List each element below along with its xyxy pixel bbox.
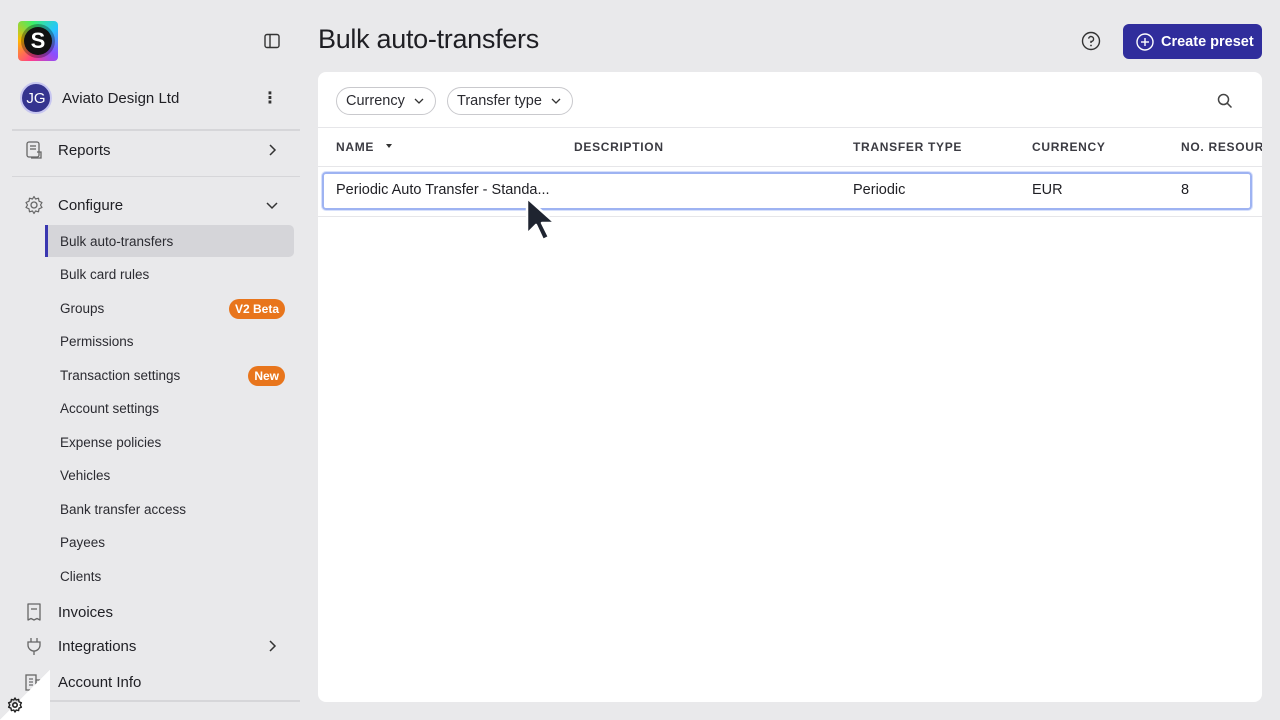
sidebar-item-label: Bulk auto-transfers [60, 233, 174, 249]
sort-desc-icon [386, 144, 393, 148]
transfer-type-filter[interactable]: Transfer type [447, 87, 573, 115]
sidebar-item-configure[interactable]: Configure [24, 189, 286, 221]
sidebar-item-bulk-card-rules[interactable]: Bulk card rules [45, 258, 294, 290]
invoice-icon [27, 603, 41, 621]
app-logo-letter: S [24, 27, 52, 55]
column-header-transfer-type[interactable]: TRANSFER TYPE [853, 140, 962, 154]
sidebar-item-transaction-settings[interactable]: Transaction settings New [45, 359, 294, 391]
sidebar-item-permissions[interactable]: Permissions [45, 325, 294, 357]
sidebar-item-label: Invoices [58, 603, 114, 621]
sidebar-item-label: Clients [60, 568, 102, 584]
sidebar-item-reports[interactable]: Reports [24, 134, 286, 166]
sidebar-item-vehicles[interactable]: Vehicles [45, 459, 294, 491]
chevron-down-icon [266, 202, 278, 210]
toolbar-divider [318, 127, 1262, 128]
sidebar-item-label: Expense policies [60, 434, 162, 450]
transfer-type-filter-label: Transfer type [457, 93, 542, 109]
org-name: Aviato Design Ltd [62, 89, 180, 107]
column-header-resources[interactable]: NO. RESOURCES [1181, 140, 1262, 154]
currency-filter-label: Currency [346, 93, 405, 109]
create-preset-button[interactable]: Create preset [1123, 24, 1262, 59]
help-icon[interactable] [1081, 31, 1101, 51]
beta-badge: V2 Beta [228, 299, 285, 319]
sidebar-item-bulk-auto-transfers[interactable]: Bulk auto-transfers [45, 225, 294, 257]
chevron-down-icon [551, 98, 561, 104]
sidebar-item-label: Groups [60, 300, 105, 316]
transfers-card: Currency Transfer type NAME DESCRIPTION … [318, 72, 1262, 702]
column-header-currency[interactable]: CURRENCY [1032, 140, 1106, 154]
sidebar-divider [12, 176, 300, 177]
org-switcher[interactable]: JG Aviato Design Ltd ⋮ [20, 82, 290, 114]
sidebar-item-account-info[interactable]: Account Info [24, 666, 286, 698]
sidebar-item-invoices[interactable]: Invoices [24, 596, 286, 628]
sidebar-item-label: Integrations [58, 637, 137, 655]
sidebar-divider [12, 129, 300, 131]
sidebar-item-label: Reports [58, 141, 111, 159]
sidebar-item-integrations[interactable]: Integrations [24, 630, 286, 662]
sidebar-item-label: Account settings [60, 400, 160, 416]
sidebar-item-label: Configure [58, 196, 124, 214]
app-logo[interactable]: S [18, 21, 58, 61]
sidebar: S JG Aviato Design Ltd ⋮ Reports Configu… [0, 0, 300, 720]
sidebar-item-expense-policies[interactable]: Expense policies [45, 426, 294, 458]
cell-transfer-type: Periodic [853, 182, 906, 198]
cell-name: Periodic Auto Transfer - Standa... [336, 182, 550, 198]
reports-icon [26, 141, 42, 159]
sidebar-item-account-settings[interactable]: Account settings [45, 392, 294, 424]
sidebar-item-label: Vehicles [60, 467, 111, 483]
plus-circle-icon [1136, 32, 1154, 51]
avatar: JG [20, 82, 52, 114]
sidebar-item-label: Permissions [60, 333, 134, 349]
sidebar-divider [12, 700, 300, 702]
new-badge: New [248, 366, 285, 386]
page-title: Bulk auto-transfers [318, 24, 539, 54]
sidebar-item-label: Payees [60, 534, 106, 550]
sidebar-item-label: Account Info [58, 673, 142, 691]
column-header-description[interactable]: DESCRIPTION [574, 140, 664, 154]
chevron-down-icon [414, 98, 424, 104]
search-icon[interactable] [1216, 92, 1234, 110]
sidebar-item-clients[interactable]: Clients [45, 560, 294, 592]
gear-icon [25, 195, 43, 215]
sidebar-collapse-icon[interactable] [263, 32, 281, 50]
currency-filter[interactable]: Currency [336, 87, 436, 115]
sidebar-item-bank-transfer-access[interactable]: Bank transfer access [45, 493, 294, 525]
cell-resources: 8 [1181, 182, 1190, 198]
sidebar-item-label: Bulk card rules [60, 266, 150, 282]
sidebar-item-groups[interactable]: Groups V2 Beta [45, 292, 294, 324]
sidebar-item-label: Transaction settings [60, 367, 181, 383]
sidebar-item-payees[interactable]: Payees [45, 526, 294, 558]
row-divider [318, 216, 1262, 217]
column-header-label: NAME [336, 140, 375, 154]
column-header-name[interactable]: NAME [336, 140, 394, 154]
settings-gear-icon[interactable] [7, 697, 23, 713]
header-divider [318, 166, 1262, 167]
create-preset-label: Create preset [1161, 33, 1254, 50]
cell-currency: EUR [1032, 182, 1063, 198]
kebab-menu-icon[interactable]: ⋮ [260, 88, 280, 108]
plug-icon [27, 638, 41, 655]
sidebar-item-label: Bank transfer access [60, 501, 187, 517]
chevron-right-icon [269, 144, 277, 156]
chevron-right-icon [269, 640, 277, 652]
